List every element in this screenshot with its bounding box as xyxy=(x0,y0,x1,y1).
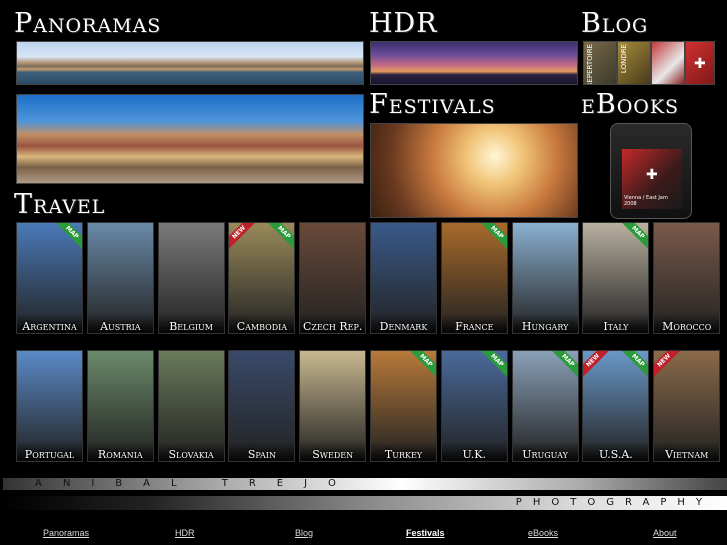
travel-tile-label: France xyxy=(441,314,507,333)
travel-tile-label: Italy xyxy=(583,314,649,333)
travel-tile-label: Argentina xyxy=(17,314,82,333)
travel-tile-label: U.K. xyxy=(441,442,507,461)
travel-tile-slovakia[interactable]: Slovakia xyxy=(157,350,225,462)
travel-heading[interactable]: Travel xyxy=(14,191,105,218)
brand-tagline-bar: PHOTOGRAPHY xyxy=(3,496,727,510)
new-ribbon: NEW xyxy=(583,351,613,380)
travel-tile-u-k[interactable]: MAP U.K. xyxy=(440,350,508,462)
travel-tile-label: Hungary xyxy=(512,314,578,333)
festivals-fireworks-image[interactable] xyxy=(370,123,578,218)
nav-link-panoramas[interactable]: Panoramas xyxy=(43,528,89,538)
hdr-city-skyline-image[interactable] xyxy=(370,41,578,85)
travel-tile-cambodia[interactable]: NEW MAP Cambodia xyxy=(228,222,296,334)
travel-tile-label: Denmark xyxy=(371,314,436,333)
travel-tile-argentina[interactable]: MAP Argentina xyxy=(16,222,83,334)
travel-tile-turkey[interactable]: MAP Turkey xyxy=(370,350,437,462)
travel-tile-denmark[interactable]: Denmark xyxy=(370,222,437,334)
travel-tile-label: Cambodia xyxy=(229,314,295,333)
travel-tile-label: Spain xyxy=(229,442,295,461)
travel-tile-label: Belgium xyxy=(158,314,224,333)
map-ribbon: MAP xyxy=(53,223,82,252)
travel-tile-sweden[interactable]: Sweden xyxy=(299,350,367,462)
panoramas-heading[interactable]: Panoramas xyxy=(14,10,161,37)
travel-tile-austria[interactable]: Austria xyxy=(86,222,154,334)
travel-tile-label: Portugal xyxy=(17,442,82,461)
hdr-heading[interactable]: HDR xyxy=(369,10,438,37)
new-ribbon: NEW xyxy=(229,223,259,252)
travel-tile-label: Romania xyxy=(87,442,153,461)
ebook-cover-title: Vienna / East Jam 2008 xyxy=(624,195,668,207)
blog-thumbnail-4[interactable]: ✚ xyxy=(685,41,715,85)
new-ribbon: NEW xyxy=(654,351,683,380)
blog-thumbnail-1[interactable]: REPERTOIRE xyxy=(583,41,617,85)
blog-thumbnail-label: REPERTOIRE xyxy=(586,44,594,85)
travel-tile-label: U.S.A. xyxy=(583,442,649,461)
travel-tile-belgium[interactable]: Belgium xyxy=(157,222,225,334)
panorama-old-town-square-image[interactable] xyxy=(16,94,364,184)
ebook-cover-image: ✚ Vienna / East Jam 2008 xyxy=(622,149,682,209)
travel-tile-romania[interactable]: Romania xyxy=(86,350,154,462)
swiss-cross-icon: ✚ xyxy=(694,56,706,72)
travel-tile-label: Turkey xyxy=(371,442,436,461)
travel-tile-italy[interactable]: MAP Italy xyxy=(582,222,650,334)
travel-tile-label: Slovakia xyxy=(158,442,224,461)
blog-heading[interactable]: Blog xyxy=(581,10,648,37)
swiss-cross-icon: ✚ xyxy=(646,167,658,183)
map-ribbon: MAP xyxy=(478,223,507,252)
map-ribbon: MAP xyxy=(478,351,507,380)
panorama-river-image[interactable] xyxy=(16,41,364,85)
map-ribbon: MAP xyxy=(619,223,649,252)
travel-tile-label: Uruguay xyxy=(512,442,578,461)
blog-thumbnail-3[interactable] xyxy=(651,41,685,85)
nav-link-ebooks[interactable]: eBooks xyxy=(528,528,558,538)
brand-name-bar: ANIBAL TREJO xyxy=(3,478,727,490)
travel-tile-label: Sweden xyxy=(300,442,366,461)
travel-tile-morocco[interactable]: Morocco xyxy=(653,222,721,334)
travel-tile-spain[interactable]: Spain xyxy=(228,350,296,462)
map-ribbon: MAP xyxy=(619,351,649,380)
brand-tagline: PHOTOGRAPHY xyxy=(515,497,713,508)
travel-tile-czech-rep[interactable]: Czech Rep. xyxy=(299,222,367,334)
blog-thumbnail-2[interactable]: LONDRE xyxy=(617,41,651,85)
travel-tile-uruguay[interactable]: MAP Uruguay xyxy=(511,350,579,462)
ebook-cover[interactable]: ✚ Vienna / East Jam 2008 xyxy=(610,123,692,219)
nav-link-about[interactable]: About xyxy=(653,528,677,538)
travel-tile-vietnam[interactable]: NEW Vietnam xyxy=(653,350,721,462)
blog-thumbnail-label: LONDRE xyxy=(620,44,628,74)
travel-tile-hungary[interactable]: Hungary xyxy=(511,222,579,334)
travel-tile-france[interactable]: MAP France xyxy=(440,222,508,334)
travel-tile-label: Austria xyxy=(87,314,153,333)
map-ribbon: MAP xyxy=(265,223,295,252)
nav-link-blog[interactable]: Blog xyxy=(295,528,313,538)
travel-tile-label: Vietnam xyxy=(654,442,720,461)
map-ribbon: MAP xyxy=(548,351,578,380)
nav-link-festivals[interactable]: Festivals xyxy=(406,528,445,538)
nav-link-hdr[interactable]: HDR xyxy=(175,528,195,538)
travel-tile-label: Morocco xyxy=(654,314,720,333)
travel-tile-label: Czech Rep. xyxy=(300,314,366,333)
festivals-heading[interactable]: Festivals xyxy=(369,91,496,118)
brand-name: ANIBAL TREJO xyxy=(35,478,357,489)
travel-tile-u-s-a[interactable]: NEW MAP U.S.A. xyxy=(582,350,650,462)
ebooks-heading[interactable]: eBooks xyxy=(581,91,679,118)
travel-tile-portugal[interactable]: Portugal xyxy=(16,350,83,462)
map-ribbon: MAP xyxy=(407,351,436,380)
